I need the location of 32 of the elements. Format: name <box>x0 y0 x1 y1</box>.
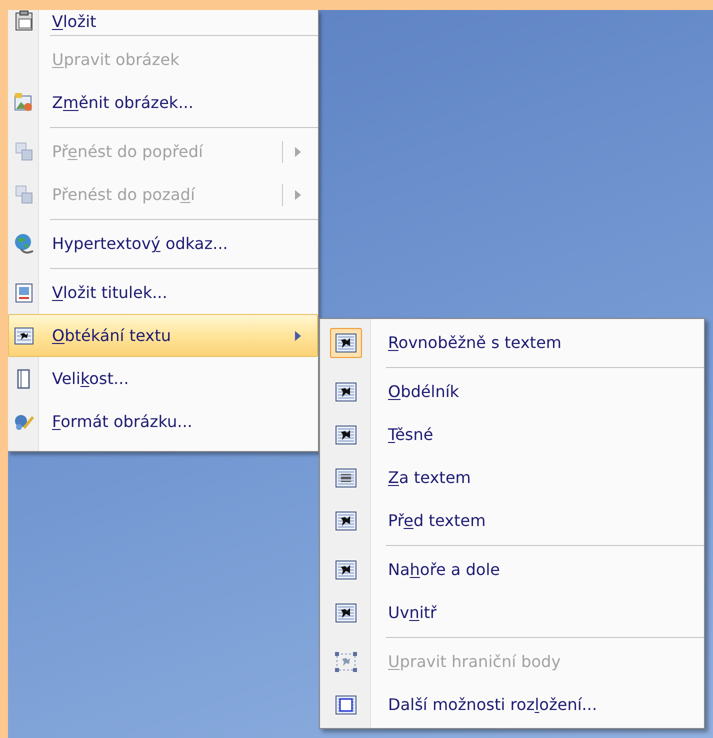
menu-item[interactable]: Za textem <box>320 456 704 499</box>
text-wrap-icon <box>334 424 358 446</box>
menu-item[interactable]: Nahoře a dole <box>320 548 704 591</box>
menu-item[interactable]: Vložit titulek... <box>8 271 318 314</box>
layers-icon <box>13 184 35 206</box>
text-wrap-icon <box>334 694 358 716</box>
text-wrap-icon <box>334 558 358 580</box>
menu-item[interactable]: Rovnoběžně s textem <box>320 321 704 364</box>
picture-icon <box>13 92 35 114</box>
text-wrap-icon <box>334 510 358 532</box>
caret-icon <box>295 330 301 340</box>
text-wrap-icon <box>334 332 358 354</box>
menu-item[interactable]: Před textem <box>320 499 704 542</box>
layers-icon <box>13 140 35 162</box>
text-wrap-icon <box>334 602 358 624</box>
caption-icon <box>13 282 35 304</box>
menu-item[interactable]: Obtékání textu <box>8 314 318 357</box>
menu-item[interactable]: Těsné <box>320 413 704 456</box>
menu-item[interactable]: Uvnitř <box>320 591 704 634</box>
menu-item[interactable]: Vložit <box>8 10 318 32</box>
menu-item[interactable]: Velikost... <box>8 357 318 400</box>
text-wrap-icon <box>13 324 35 346</box>
text-wrap-icon <box>334 466 358 488</box>
menu-item[interactable]: Obdélník <box>320 370 704 413</box>
menu-item[interactable]: Další možnosti rozložení... <box>320 683 704 726</box>
menu-item[interactable]: Formát obrázku... <box>8 400 318 443</box>
menu-item[interactable]: Hypertextový odkaz... <box>8 222 318 265</box>
text-wrap-icon <box>334 380 358 402</box>
clipboard-icon <box>13 10 35 32</box>
menu-item[interactable]: Změnit obrázek... <box>8 81 318 124</box>
text-wrap-icon <box>334 650 358 672</box>
globe-icon <box>13 232 35 254</box>
